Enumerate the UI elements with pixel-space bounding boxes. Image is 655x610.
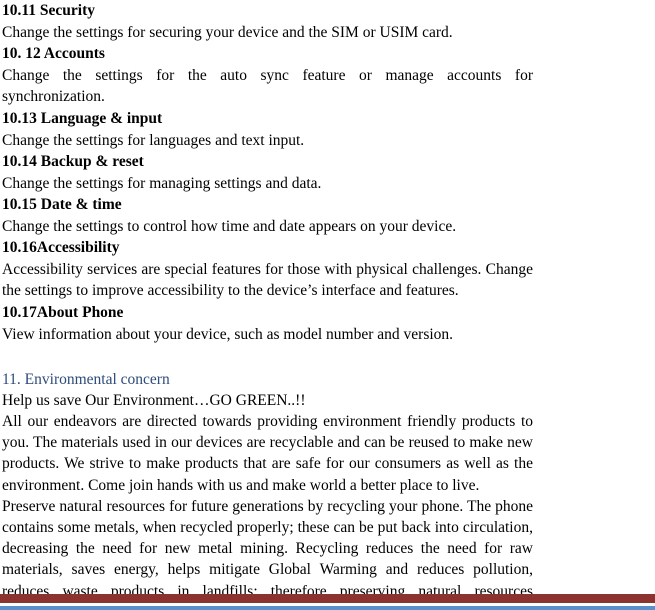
- section-heading-date-time: 10.15 Date & time: [2, 196, 122, 214]
- section-body-date-time: Change the settings to control how time …: [2, 218, 457, 236]
- section-heading-about-phone: 10.17About Phone: [2, 303, 124, 321]
- section-heading-accounts: 10. 12 Accounts: [2, 45, 105, 63]
- footer-blue-rule: [0, 606, 655, 610]
- section-heading-accessibility: 10.16Accessibility: [2, 239, 120, 257]
- section-heading-language-input: 10.13 Language & input: [2, 109, 163, 127]
- section-body-accessibility: Accessibility services are special featu…: [2, 261, 533, 300]
- footer-red-band: [0, 594, 655, 603]
- section-heading-security: 10.11 Security: [2, 2, 95, 19]
- section-body-backup-reset: Change the settings for managing setting…: [2, 174, 322, 192]
- chapter-paragraph-2: Preserve natural resources for future ge…: [2, 497, 533, 600]
- document-body: 10.11 Security Change the settings for s…: [2, 0, 533, 602]
- chapter-heading-environmental-concern: 11. Environmental concern: [2, 370, 170, 388]
- section-heading-backup-reset: 10.14 Backup & reset: [2, 152, 144, 170]
- chapter-paragraph-1: All our endeavors are directed towards p…: [2, 413, 533, 494]
- section-body-accounts: Change the settings for the auto sync fe…: [2, 67, 533, 106]
- section-body-security: Change the settings for securing your de…: [2, 24, 453, 41]
- chapter-tagline: Help us save Our Environment…GO GREEN..!…: [2, 391, 306, 409]
- page-footer: [0, 594, 655, 610]
- document-page: 10.11 Security Change the settings for s…: [0, 0, 655, 610]
- section-body-about-phone: View information about your device, such…: [2, 325, 454, 343]
- section-body-language-input: Change the settings for languages and te…: [2, 131, 305, 149]
